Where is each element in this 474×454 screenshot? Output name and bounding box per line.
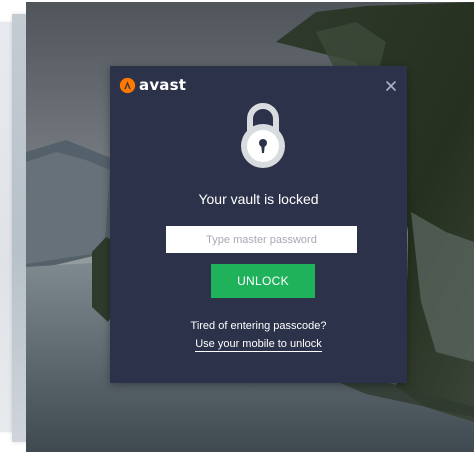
use-mobile-to-unlock-link[interactable]: Use your mobile to unlock xyxy=(195,338,322,352)
unlock-button[interactable]: UNLOCK xyxy=(211,264,315,298)
avast-logo: avast xyxy=(119,76,186,94)
vault-dialog: avast Your vault is locked UNLOCK Tired … xyxy=(110,66,407,383)
close-icon[interactable] xyxy=(384,79,398,93)
vault-locked-title: Your vault is locked xyxy=(198,191,319,207)
avast-logo-icon xyxy=(119,77,136,93)
mobile-unlock-row: Use your mobile to unlock xyxy=(110,334,407,352)
brand-name: avast xyxy=(139,76,187,94)
padlock-icon xyxy=(241,103,285,168)
master-password-input[interactable] xyxy=(166,226,357,253)
tired-of-passcode-text: Tired of entering passcode? xyxy=(190,320,327,332)
